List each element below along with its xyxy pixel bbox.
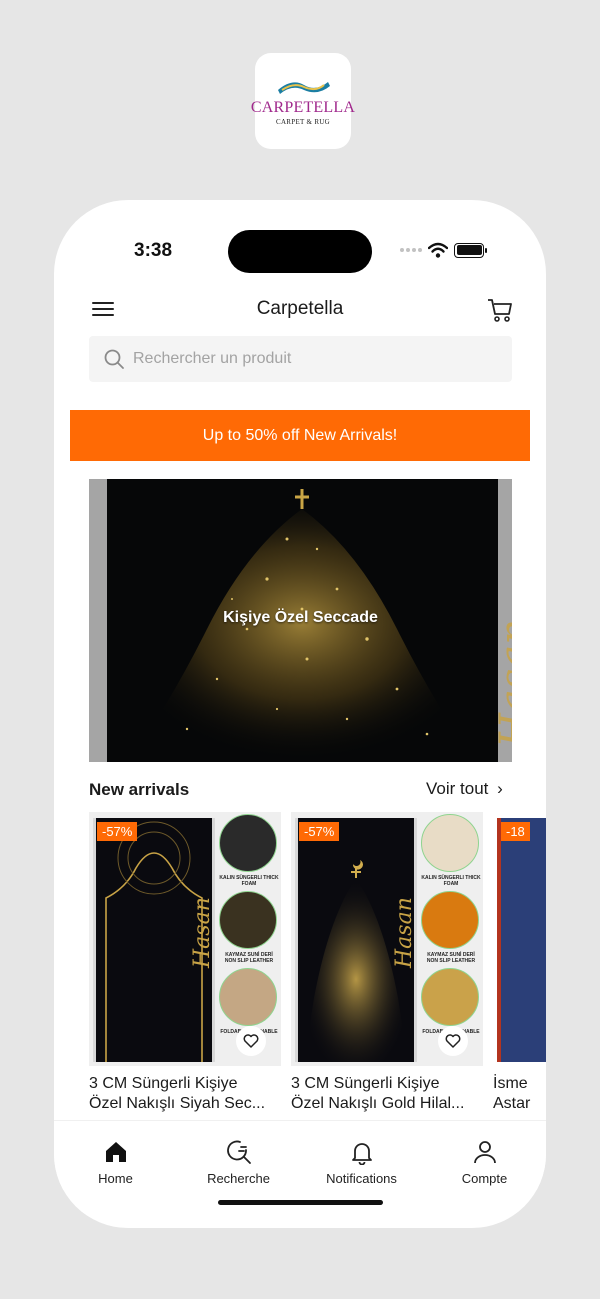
tab-label: Notifications	[326, 1171, 397, 1186]
search-icon	[104, 349, 124, 369]
tab-label: Compte	[461, 1171, 508, 1186]
home-icon	[105, 1142, 126, 1162]
favorite-button[interactable]	[236, 1026, 266, 1056]
rug-image	[497, 818, 546, 1062]
discount-badge: -57%	[97, 822, 138, 841]
rug-image: Hasan	[295, 818, 417, 1062]
favorite-button[interactable]	[438, 1026, 468, 1056]
page-title: Carpetella	[256, 298, 344, 319]
product-name: 3 CM Süngerli Kişiye Özel Nakışlı Siyah …	[89, 1074, 281, 1114]
product-image: -18	[493, 812, 546, 1066]
bottom-tab-bar: Home Recherche Notifications Compte	[54, 1120, 546, 1190]
battery-icon	[454, 242, 487, 258]
flying-carpet-icon	[278, 82, 330, 94]
search-bar[interactable]	[89, 336, 512, 382]
see-all-label: Voir tout	[426, 779, 489, 798]
phone-frame: 3:38 Carpetella Up to 50% off New Arriva…	[54, 200, 546, 1228]
rolled-rug-thumbnail	[421, 968, 479, 1026]
feature-thumbnails: KALIN SÜNGERLI THICK FOAM KAYMAZ SUNİ DE…	[219, 814, 279, 1039]
tab-notifications[interactable]: Notifications	[300, 1121, 423, 1190]
feature-caption: KAYMAZ SUNİ DERİ NON SLIP LEATHER	[426, 952, 476, 964]
product-card[interactable]: Hasan KALIN SÜNGERLI THICK FOAM KAYMAZ S…	[291, 812, 483, 1114]
feature-caption: KALIN SÜNGERLI THICK FOAM	[219, 875, 279, 887]
heart-icon	[445, 1034, 461, 1048]
product-name-line1: İsme	[493, 1075, 528, 1092]
tab-home[interactable]: Home	[54, 1121, 177, 1190]
logo-brand: CARPETELLA	[250, 99, 356, 116]
bell-icon	[351, 1143, 372, 1165]
discount-badge: -57%	[299, 822, 340, 841]
product-image: Hasan KALIN SÜNGERLI THICK FOAM KAYMAZ S…	[291, 812, 483, 1066]
tab-account[interactable]: Compte	[423, 1121, 546, 1190]
product-name: İsme Astar	[493, 1074, 546, 1114]
product-name-line1: 3 CM Süngerli Kişiye	[89, 1075, 238, 1092]
chevron-right-icon: ›	[497, 779, 503, 798]
product-card[interactable]: Hasan KALIN SÜNGERLI THICK FOAM KAYMAZ S…	[89, 812, 281, 1114]
hero-banner[interactable]: Hasan Kişiye Özel Seccade	[89, 479, 512, 762]
product-name-line2: Özel Nakışlı Siyah Sec...	[89, 1095, 266, 1112]
dynamic-island	[228, 230, 372, 273]
tab-label: Recherche	[207, 1171, 270, 1186]
status-time: 3:38	[134, 240, 173, 261]
leather-thumbnail	[219, 891, 277, 949]
rug-image: Hasan	[93, 818, 215, 1062]
home-indicator	[218, 1200, 383, 1205]
feature-caption: KAYMAZ SUNİ DERİ NON SLIP LEATHER	[224, 952, 274, 964]
rolled-rug-thumbnail	[219, 968, 277, 1026]
promo-banner[interactable]: Up to 50% off New Arrivals!	[70, 410, 530, 461]
rug-name: Hasan	[190, 897, 215, 968]
feature-thumbnails: KALIN SÜNGERLI THICK FOAM KAYMAZ SUNİ DE…	[421, 814, 481, 1039]
leather-thumbnail	[421, 891, 479, 949]
product-card[interactable]: -18 İsme Astar	[493, 812, 546, 1114]
product-name-line2: Özel Nakışlı Gold Hilal...	[291, 1095, 465, 1112]
wifi-icon	[428, 242, 448, 258]
cart-icon[interactable]	[486, 296, 514, 324]
hero-title: Kişiye Özel Seccade	[223, 609, 378, 626]
product-name-line1: 3 CM Süngerli Kişiye	[291, 1075, 440, 1092]
feature-caption: KALIN SÜNGERLI THICK FOAM	[421, 875, 481, 887]
user-icon	[473, 1141, 496, 1164]
product-carousel[interactable]: Hasan KALIN SÜNGERLI THICK FOAM KAYMAZ S…	[89, 812, 546, 1117]
hero-rug-name: Hasan	[492, 619, 512, 748]
discount-badge: -18	[501, 822, 530, 841]
status-icons	[400, 242, 487, 258]
rug-name: Hasan	[392, 897, 417, 968]
app-logo: CARPETELLA CARPET & RUG	[251, 53, 355, 149]
heart-icon	[243, 1034, 259, 1048]
foam-thumbnail	[421, 814, 479, 872]
search-icon	[226, 1140, 251, 1164]
see-all-link[interactable]: Voir tout ›	[426, 779, 503, 799]
search-input[interactable]	[133, 350, 493, 368]
product-name: 3 CM Süngerli Kişiye Özel Nakışlı Gold H…	[291, 1074, 483, 1114]
tab-label: Home	[98, 1171, 133, 1186]
tab-search[interactable]: Recherche	[177, 1121, 300, 1190]
section-title: New arrivals	[89, 780, 190, 799]
signal-icon	[400, 248, 422, 252]
logo-tagline: CARPET & RUG	[275, 118, 331, 126]
product-name-line2: Astar	[493, 1095, 531, 1112]
product-image: Hasan KALIN SÜNGERLI THICK FOAM KAYMAZ S…	[89, 812, 281, 1066]
foam-thumbnail	[219, 814, 277, 872]
